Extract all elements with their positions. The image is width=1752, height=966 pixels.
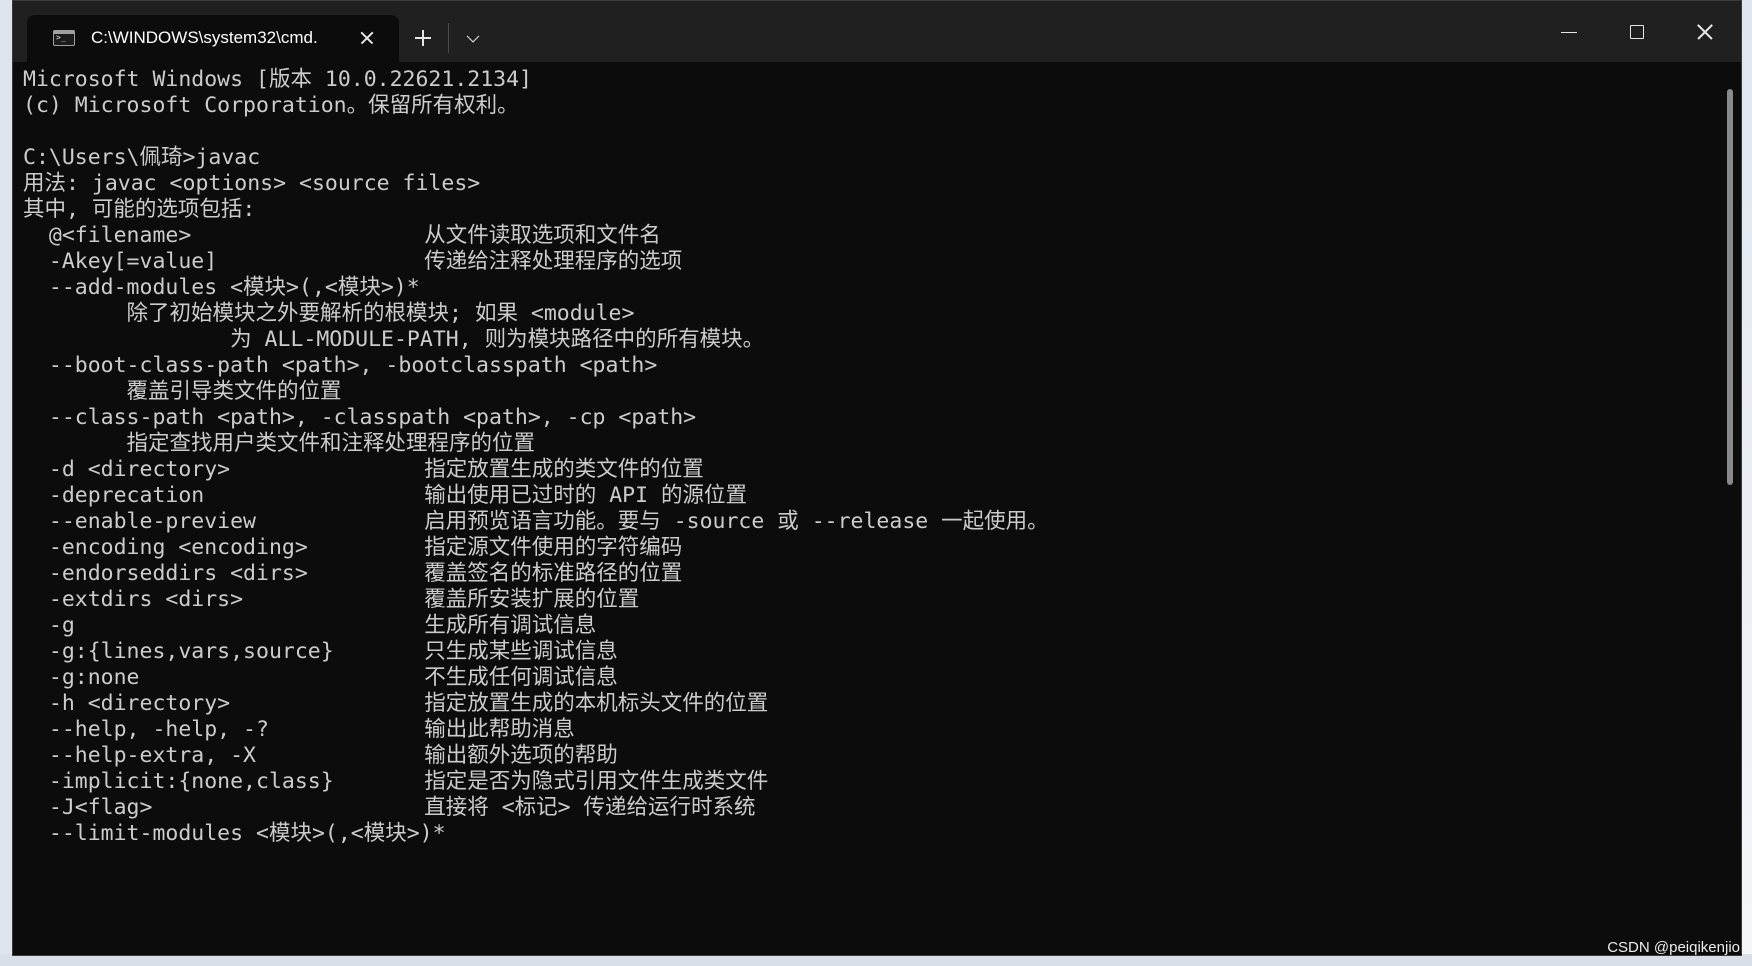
terminal-line: -g 生成所有调试信息 [23,613,597,638]
terminal-line: -endorseddirs <dirs> 覆盖签名的标准路径的位置 [23,561,683,586]
desktop-background-left [0,0,12,966]
terminal-line: -extdirs <dirs> 覆盖所安装扩展的位置 [23,587,640,612]
close-icon [353,24,381,52]
terminal-line: --limit-modules <模块>(,<模块>)* [23,821,446,846]
terminal-line: 其中, 可能的选项包括: [23,197,256,222]
new-tab-dropdown-button[interactable] [455,21,491,55]
terminal-line: 除了初始模块之外要解析的根模块; 如果 <module> [23,301,635,326]
terminal-line: 指定查找用户类文件和注释处理程序的位置 [23,431,536,456]
minimize-button[interactable] [1539,9,1599,55]
tab-cmd[interactable]: C:\WINDOWS\system32\cmd. [27,15,399,62]
terminal-line: -h <directory> 指定放置生成的本机标头文件的位置 [23,691,769,716]
terminal-line: -g:none 不生成任何调试信息 [23,665,618,690]
tab-close-button[interactable] [353,24,381,52]
terminal-line: --add-modules <模块>(,<模块>)* [23,275,420,300]
terminal-line: --enable-preview 启用预览语言功能。要与 -source 或 -… [23,509,1049,534]
tab-separator [448,23,449,53]
new-tab-button[interactable] [405,21,441,55]
watermark: CSDN @peiqikenjio [1607,939,1740,956]
terminal-line: -implicit:{none,class} 指定是否为隐式引用文件生成类文件 [23,769,769,794]
terminal-line: 用法: javac <options> <source files> [23,171,481,196]
title-bar[interactable]: C:\WINDOWS\system32\cmd. [13,1,1741,62]
terminal-line: 覆盖引导类文件的位置 [23,379,342,404]
plus-icon [405,21,441,55]
tab-title: C:\WINDOWS\system32\cmd. [91,28,318,47]
terminal-output[interactable]: Microsoft Windows [版本 10.0.22621.2134] (c… [23,67,1713,953]
terminal-line: 为 ALL-MODULE-PATH, 则为模块路径中的所有模块。 [23,327,765,352]
terminal-line: --boot-class-path <path>, -bootclasspath… [23,353,658,378]
terminal-line: --help, -help, -? 输出此帮助消息 [23,717,575,742]
minimize-icon [1539,9,1599,55]
terminal-line: -Akey[=value] 传递给注释处理程序的选项 [23,249,683,274]
chevron-down-icon [455,21,491,55]
terminal-line: --class-path <path>, -classpath <path>, … [23,405,697,430]
terminal-line: -g:{lines,vars,source} 只生成某些调试信息 [23,639,618,664]
terminal-line: (c) Microsoft Corporation。保留所有权利。 [23,93,519,118]
terminal-window: C:\WINDOWS\system32\cmd. Microsoft Windo… [12,0,1742,956]
terminal-line: Microsoft Windows [版本 10.0.22621.2134] [23,67,532,92]
close-window-button[interactable] [1675,9,1735,55]
terminal-line: -d <directory> 指定放置生成的类文件的位置 [23,457,704,482]
terminal-line: -deprecation 输出使用已过时的 API 的源位置 [23,483,747,508]
terminal-line: @<filename> 从文件读取选项和文件名 [23,223,661,248]
terminal-line: -J<flag> 直接将 <标记> 传递给运行时系统 [23,795,756,820]
terminal-line: --help-extra, -X 输出额外选项的帮助 [23,743,618,768]
vertical-scrollbar[interactable] [1727,89,1733,485]
maximize-button[interactable] [1607,9,1667,55]
terminal-line: C:\Users\佩琦>javac [23,145,261,170]
maximize-icon [1607,9,1667,55]
close-icon [1675,9,1735,55]
terminal-line: -encoding <encoding> 指定源文件使用的字符编码 [23,535,683,560]
terminal-icon [53,30,75,46]
